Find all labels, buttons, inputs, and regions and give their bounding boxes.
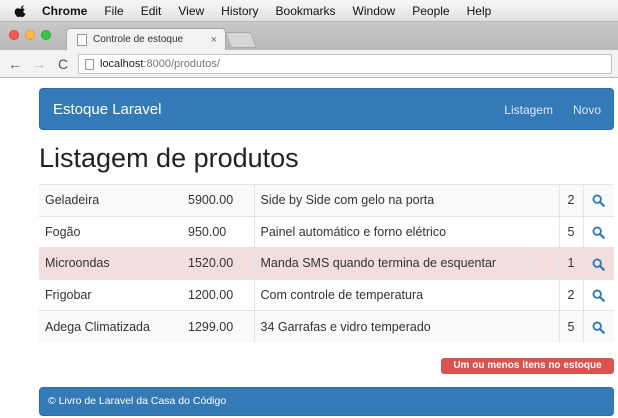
search-icon[interactable]: [592, 289, 606, 302]
menu-help[interactable]: Help: [467, 4, 492, 18]
menu-edit[interactable]: Edit: [141, 4, 162, 18]
page-favicon-icon: [77, 33, 87, 46]
page-footer: © Livro de Laravel da Casa do Código: [39, 387, 614, 416]
url-path: :8000/produtos/: [143, 58, 220, 70]
product-name: Fogão: [39, 215, 182, 248]
product-price: 950.00: [182, 215, 255, 248]
view-product-cell: [583, 184, 614, 217]
product-price: 5900.00: [182, 184, 255, 217]
product-price: 1520.00: [182, 247, 255, 280]
search-icon[interactable]: [592, 194, 606, 208]
view-product-cell: [583, 310, 614, 343]
product-description: Manda SMS quando termina de esquentar: [254, 247, 560, 280]
product-name: Geladeira: [39, 184, 182, 217]
view-product-cell: [583, 215, 614, 248]
product-quantity: 2: [559, 278, 584, 311]
close-tab-icon[interactable]: ×: [211, 34, 217, 46]
tab-title: Controle de estoque: [93, 34, 184, 45]
browser-toolbar: ← → C localhost:8000/produtos/: [0, 50, 618, 78]
menu-window[interactable]: Window: [353, 4, 396, 18]
minimize-window-button[interactable]: [25, 30, 35, 40]
product-price: 1200.00: [182, 278, 255, 311]
product-quantity: 2: [559, 184, 584, 217]
menu-view[interactable]: View: [178, 4, 204, 18]
menu-people[interactable]: People: [412, 4, 449, 18]
products-table-wrapper: Geladeira 5900.00 Side by Side com gelo na…: [39, 184, 614, 343]
low-stock-warning-label: Um ou menos itens no estoque: [441, 358, 614, 374]
menu-bar: Chrome File Edit View History Bookmarks …: [0, 0, 618, 22]
menu-bookmarks[interactable]: Bookmarks: [276, 4, 336, 18]
close-window-button[interactable]: [9, 30, 19, 40]
reload-icon[interactable]: C: [54, 56, 72, 72]
product-description: Painel automático e forno elétrico: [254, 215, 560, 248]
navbar-links: Listagem Novo: [504, 103, 601, 117]
product-quantity: 1: [559, 247, 584, 280]
product-row: Microondas 1520.00 Manda SMS quando termin…: [39, 247, 614, 280]
url-host: localhost: [100, 58, 144, 70]
forward-arrow-icon[interactable]: →: [30, 56, 48, 72]
navbar-brand[interactable]: Estoque Laravel: [53, 101, 161, 118]
product-row: Fogão 950.00 Painel automático e forno elé…: [39, 215, 614, 248]
address-bar[interactable]: localhost:8000/produtos/: [78, 54, 612, 74]
window-controls: [9, 30, 51, 40]
menu-chrome[interactable]: Chrome: [42, 4, 87, 18]
zoom-window-button[interactable]: [41, 30, 51, 40]
product-description: 34 Garrafas e vidro temperado: [254, 310, 560, 343]
product-description: Side by Side com gelo na porta: [254, 184, 560, 217]
product-price: 1299.00: [182, 310, 255, 343]
search-icon[interactable]: [592, 226, 606, 239]
search-icon[interactable]: [592, 258, 606, 271]
product-name: Frigobar: [39, 278, 182, 311]
product-row: Geladeira 5900.00 Side by Side com gelo na…: [39, 184, 614, 217]
view-product-cell: [583, 247, 614, 280]
nav-link-novo[interactable]: Novo: [573, 103, 601, 117]
page-icon: [85, 58, 94, 70]
menu-file[interactable]: File: [104, 4, 123, 18]
product-name: Adega Climatizada: [39, 310, 182, 343]
new-tab-button[interactable]: [225, 32, 257, 48]
product-name: Microondas: [39, 247, 182, 280]
apple-icon[interactable]: [14, 4, 28, 18]
view-product-cell: [583, 278, 614, 311]
nav-link-listagem[interactable]: Listagem: [504, 103, 553, 117]
page-title: Listagem de produtos: [39, 143, 299, 173]
product-row: Frigobar 1200.00 Com controle de temperatu…: [39, 278, 614, 311]
back-arrow-icon[interactable]: ←: [6, 56, 24, 72]
product-row: Adega Climatizada 1299.00 34 Garrafas e vi…: [39, 310, 614, 343]
product-quantity: 5: [559, 215, 584, 248]
search-icon[interactable]: [592, 321, 606, 334]
menu-history[interactable]: History: [221, 4, 258, 18]
site-navbar: Estoque Laravel Listagem Novo: [39, 88, 614, 130]
tab-strip: Controle de estoque ×: [0, 22, 618, 50]
product-description: Com controle de temperatura: [254, 278, 560, 311]
product-quantity: 5: [559, 310, 584, 343]
browser-tab[interactable]: Controle de estoque ×: [66, 28, 226, 50]
products-table: Geladeira 5900.00 Side by Side com gelo na…: [39, 184, 614, 343]
